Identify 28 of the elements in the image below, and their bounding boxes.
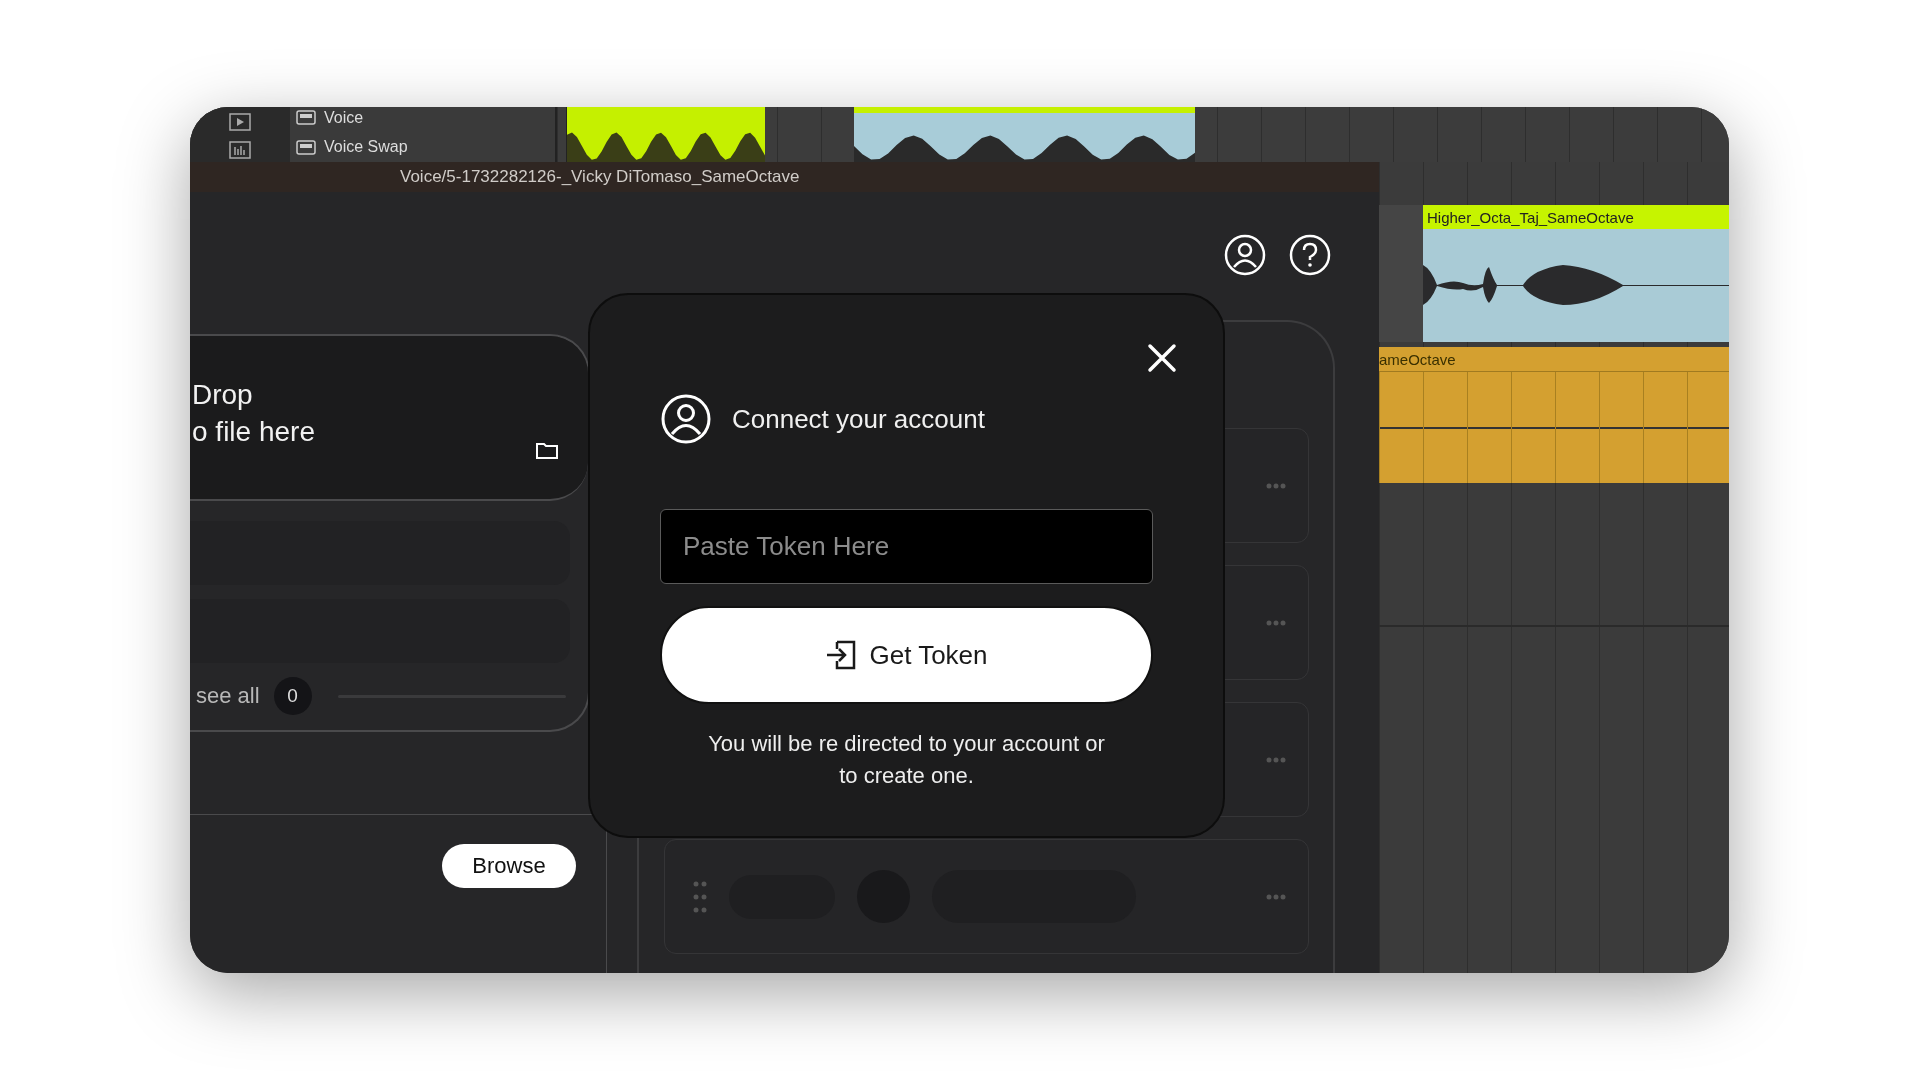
- plugin-icon: [296, 139, 316, 155]
- drop-text: o file here: [192, 414, 316, 449]
- account-icon[interactable]: [1224, 234, 1266, 276]
- track-name[interactable]: Voice Swap: [324, 138, 408, 157]
- folder-icon[interactable]: [536, 441, 558, 459]
- token-field[interactable]: Paste Token Here: [660, 509, 1153, 584]
- redirect-note: You will be re directed to your account or to create one.: [707, 730, 1106, 790]
- get-token-button[interactable]: Get Token: [660, 606, 1153, 704]
- audio-clip[interactable]: [566, 107, 765, 162]
- track-name[interactable]: Voice: [324, 108, 364, 127]
- close-icon[interactable]: [1147, 343, 1177, 373]
- clip-title: ameOctave: [1379, 347, 1729, 372]
- dialog-title: Connect your account: [732, 403, 985, 435]
- count-badge: 0: [273, 677, 312, 715]
- account-icon: [660, 393, 712, 445]
- drag-handle-icon[interactable]: [693, 879, 707, 914]
- help-icon[interactable]: [1289, 234, 1331, 276]
- drop-text: Drop: [192, 377, 254, 412]
- meter-icon[interactable]: [229, 141, 251, 159]
- clip-title: Higher_Octa_Taj_SameOctave: [1423, 205, 1729, 229]
- login-icon: [825, 639, 858, 671]
- play-icon[interactable]: [229, 113, 251, 131]
- see-all-link[interactable]: see all: [196, 683, 260, 709]
- browse-button[interactable]: Browse: [442, 844, 576, 888]
- plugin-icon: [296, 110, 316, 126]
- audio-clip[interactable]: Higher_Octa_Taj_SameOctave: [1423, 205, 1729, 342]
- window-title: Voice/5-1732282126-_Vicky DiTomaso_SameOctave: [400, 167, 800, 187]
- audio-clip[interactable]: ameOctave: [1379, 347, 1729, 483]
